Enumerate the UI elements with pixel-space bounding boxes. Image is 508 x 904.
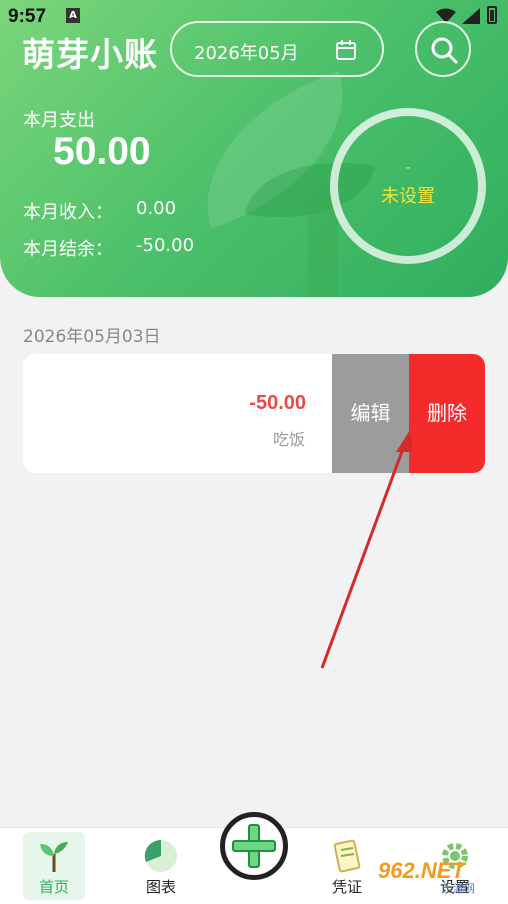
watermark-sub: 乐游网 [442, 882, 475, 895]
app-title: 萌芽小账 [22, 35, 158, 74]
nav-item-home[interactable]: 首页 [23, 832, 85, 900]
nav-item-chart[interactable]: 图表 [130, 832, 192, 900]
voucher-icon [333, 839, 361, 873]
expense-label: 本月支出 [23, 110, 95, 131]
plus-icon-bar [232, 840, 276, 852]
expense-value: 50.00 [53, 130, 151, 173]
income-label: 本月收入： [23, 202, 113, 223]
calendar-icon [336, 40, 356, 60]
search-icon [431, 37, 458, 64]
nav-label-chart: 图表 [145, 878, 176, 896]
budget-ring[interactable]: - 未设置 [330, 108, 486, 264]
status-time: 9:57 [8, 6, 47, 27]
battery-icon [487, 6, 497, 24]
add-record-button[interactable] [220, 812, 288, 880]
sprout-icon [40, 842, 68, 872]
balance-value: -50.00 [136, 235, 195, 256]
search-button[interactable] [415, 21, 471, 77]
month-selector[interactable]: 2026年05月 [170, 21, 384, 77]
delete-button[interactable]: 删除 [409, 354, 485, 473]
record-date-header: 2026年05月03日 [23, 327, 161, 347]
record-row[interactable]: -50.00 吃饭 编辑 删除 [23, 354, 485, 473]
notification-icon: A [66, 8, 80, 23]
record-note: 吃饭 [272, 430, 305, 449]
edit-button[interactable]: 编辑 [332, 354, 409, 473]
nav-label-voucher: 凭证 [331, 878, 362, 896]
pie-chart-icon [144, 839, 177, 872]
record-amount: -50.00 [249, 392, 306, 414]
signal-icon [462, 8, 480, 24]
nav-label-home: 首页 [38, 878, 69, 896]
income-value: 0.00 [136, 198, 177, 219]
budget-dash: - [405, 160, 411, 176]
watermark-logo: 962.NET 乐游网 [372, 858, 502, 898]
budget-status: 未设置 [381, 186, 435, 207]
nav-item-voucher[interactable]: 凭证 [316, 832, 378, 900]
balance-label: 本月结余： [23, 239, 113, 260]
month-selector-label: 2026年05月 [194, 43, 299, 64]
